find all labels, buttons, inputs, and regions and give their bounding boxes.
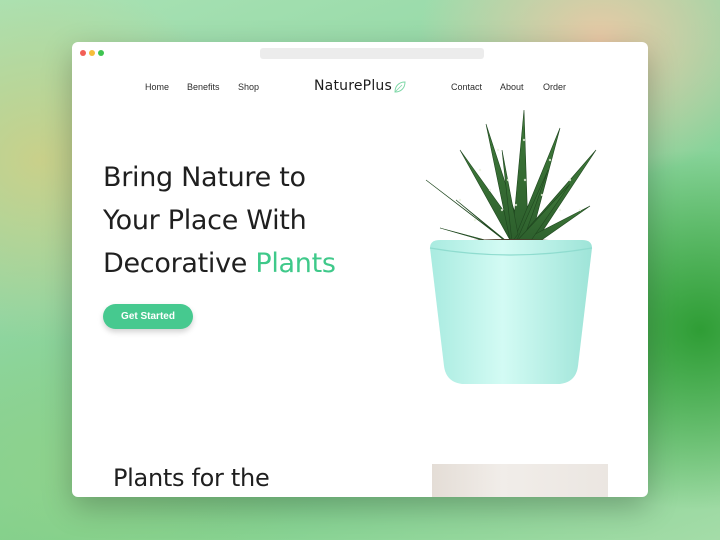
brand-logo[interactable]: NaturePlus	[314, 78, 392, 94]
window-maximize-dot[interactable]	[98, 50, 104, 56]
window-minimize-dot[interactable]	[89, 50, 95, 56]
nav-link-about[interactable]: About	[500, 82, 524, 92]
nav-link-shop[interactable]: Shop	[238, 82, 259, 92]
section-image	[432, 464, 608, 497]
nav-link-order[interactable]: Order	[543, 82, 566, 92]
address-bar[interactable]	[260, 48, 484, 59]
leaf-icon	[393, 80, 407, 94]
nav-link-contact[interactable]: Contact	[451, 82, 482, 92]
section-title: Plants for the	[113, 464, 269, 492]
potted-plant-image	[420, 110, 600, 390]
nav-link-home[interactable]: Home	[145, 82, 169, 92]
hero-title: Bring Nature to Your Place With Decorati…	[103, 156, 336, 285]
window-titlebar	[72, 42, 648, 64]
get-started-button[interactable]: Get Started	[103, 304, 193, 329]
browser-window: Home Benefits Shop NaturePlus Contact Ab…	[72, 42, 648, 497]
window-close-dot[interactable]	[80, 50, 86, 56]
hero-title-line-1: Bring Nature to	[103, 162, 306, 193]
hero-title-accent: Plants	[255, 248, 335, 279]
hero-title-line-2: Your Place With	[103, 205, 306, 236]
nav-link-benefits[interactable]: Benefits	[187, 82, 220, 92]
hero-title-line-3: Decorative	[103, 248, 255, 279]
